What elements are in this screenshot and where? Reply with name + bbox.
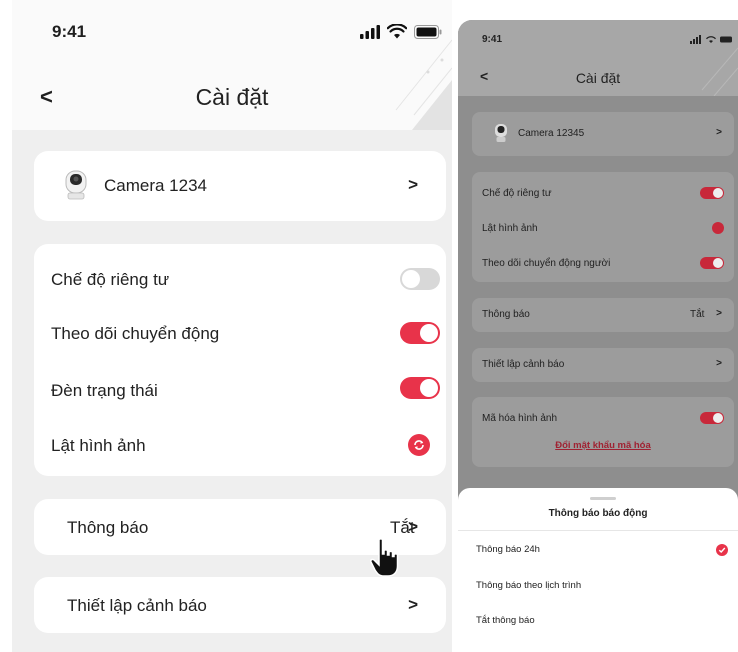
left-phone-screen: 9:41 < Cài đặt Camera 1234 > Chế độ riên… (12, 0, 452, 652)
camera-name: Camera 12345 (518, 128, 585, 139)
settings-card: Chế độ riêng tư Lật hình ảnh Theo dõi ch… (472, 172, 734, 282)
flip-image-label: Lật hình ảnh (482, 223, 538, 234)
alert-setup-label: Thiết lập cảnh báo (67, 596, 207, 615)
privacy-mode-toggle[interactable] (400, 268, 440, 290)
option-scheduled[interactable]: Thông báo theo lịch trình (476, 580, 581, 591)
motion-tracking-label: Theo dõi chuyển động (51, 324, 220, 343)
check-icon (716, 544, 728, 556)
chevron-right-icon: > (716, 358, 722, 369)
alert-setup-label: Thiết lập cảnh báo (482, 359, 565, 370)
settings-card: Chế độ riêng tư Theo dõi chuyển động Đèn… (34, 244, 446, 476)
flip-image-icon[interactable] (712, 222, 724, 234)
status-time: 9:41 (52, 22, 87, 41)
human-motion-tracking-toggle[interactable] (700, 257, 724, 269)
status-and-header: 9:41 < Cài đặt (458, 20, 738, 96)
camera-card[interactable]: Camera 1234 > (34, 151, 446, 221)
sheet-handle[interactable] (590, 497, 616, 500)
privacy-mode-label: Chế độ riêng tư (482, 188, 552, 199)
notifications-label: Thông báo (67, 518, 149, 537)
flip-image-icon[interactable] (408, 434, 430, 456)
status-bar: 9:41 (12, 0, 452, 64)
decorative-lines-icon (701, 47, 738, 96)
status-time: 9:41 (482, 34, 503, 45)
alert-setup-card[interactable]: Thiết lập cảnh báo > (34, 577, 446, 633)
chevron-right-icon: > (408, 517, 418, 536)
status-light-toggle[interactable] (400, 377, 440, 399)
camera-card[interactable]: Camera 12345 > (472, 112, 734, 156)
option-off[interactable]: Tắt thông báo (476, 615, 535, 626)
encryption-label: Mã hóa hình ảnh (482, 413, 558, 424)
notifications-card[interactable]: Thông báo Tắt > (472, 298, 734, 332)
page-title: Cài đặt (195, 84, 269, 110)
privacy-mode-toggle[interactable] (700, 187, 724, 199)
chevron-right-icon: > (408, 175, 418, 194)
camera-name: Camera 1234 (104, 176, 208, 195)
chevron-right-icon: > (716, 127, 722, 138)
divider (458, 530, 738, 531)
encryption-toggle[interactable] (700, 412, 724, 424)
notifications-label: Thông báo (482, 309, 530, 320)
alarm-notification-sheet: Thông báo báo động Thông báo 24h Thông b… (458, 488, 738, 652)
alert-setup-card[interactable]: Thiết lập cảnh báo > (472, 348, 734, 382)
header: < Cài đặt (12, 64, 452, 130)
decorative-lines-icon (395, 39, 452, 130)
flip-image-label: Lật hình ảnh (51, 436, 146, 455)
status-light-label: Đèn trạng thái (51, 381, 158, 400)
privacy-mode-label: Chế độ riêng tư (51, 270, 170, 289)
right-phone-screen: 9:41 < Cài đặt Camera 12345 > Chế độ riê… (458, 20, 738, 652)
hand-pointer-icon (370, 538, 399, 577)
camera-icon (65, 170, 87, 200)
sheet-title: Thông báo báo động (548, 508, 648, 519)
notifications-value: Tắt (690, 309, 705, 320)
chevron-right-icon: > (408, 595, 418, 614)
signal-icon (360, 24, 380, 39)
option-24h[interactable]: Thông báo 24h (476, 544, 540, 555)
chevron-right-icon: > (716, 308, 722, 319)
human-motion-tracking-label: Theo dõi chuyển động người (482, 258, 611, 269)
page-title: Cài đặt (575, 70, 621, 86)
change-encryption-password-link[interactable]: Đổi mật khẩu mã hóa (472, 440, 734, 451)
encryption-card: Mã hóa hình ảnh Đổi mật khẩu mã hóa (472, 397, 734, 467)
motion-tracking-toggle[interactable] (400, 322, 440, 344)
camera-icon (495, 124, 507, 142)
